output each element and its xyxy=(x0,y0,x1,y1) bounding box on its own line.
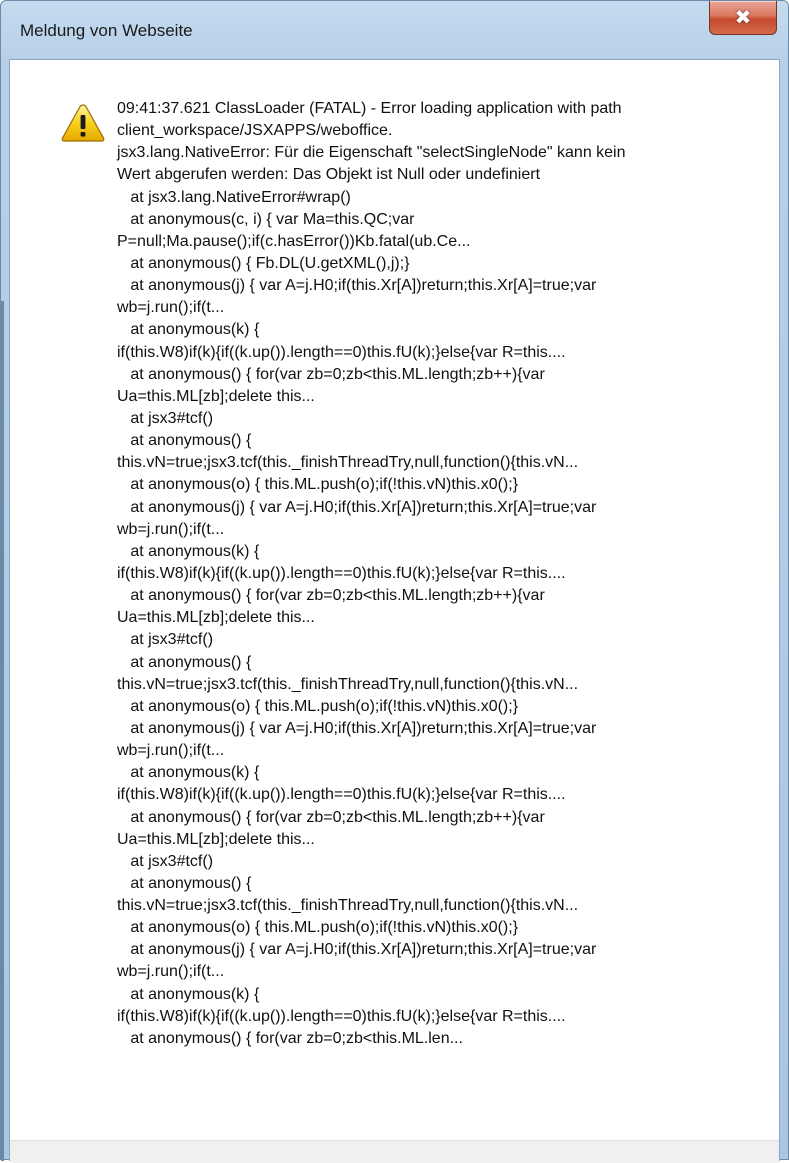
message-line: at anonymous() { xyxy=(117,432,252,450)
message-line: at jsx3.lang.NativeError#wrap() xyxy=(117,188,351,206)
warning-icon xyxy=(61,104,105,142)
close-button[interactable]: ✖ xyxy=(709,1,777,35)
frame-edge xyxy=(1,301,4,1161)
message-line: Wert abgerufen werden: Das Objekt ist Nu… xyxy=(117,166,541,184)
message-line: at anonymous() { for(var zb=0;zb<this.ML… xyxy=(117,1029,463,1047)
title-bar[interactable]: Meldung von Webseite ✖ xyxy=(1,1,788,59)
error-message: 09:41:37.621 ClassLoader (FATAL) - Error… xyxy=(117,98,757,1050)
message-line: at anonymous(j) { var A=j.H0;if(this.Xr[… xyxy=(117,277,597,295)
message-line: at anonymous(k) { xyxy=(117,542,260,560)
message-line: at jsx3#tcf() xyxy=(117,631,214,649)
message-line: jsx3.lang.NativeError: Für die Eigenscha… xyxy=(117,144,626,162)
message-line: Ua=this.ML[zb];delete this... xyxy=(117,609,315,627)
message-line: at anonymous(o) { this.ML.push(o);if(!th… xyxy=(117,919,519,937)
message-line: Ua=this.ML[zb];delete this... xyxy=(117,387,315,405)
message-line: at anonymous(o) { this.ML.push(o);if(!th… xyxy=(117,476,519,494)
message-line: P=null;Ma.pause();if(c.hasError())Kb.fat… xyxy=(117,232,471,250)
message-line: wb=j.run();if(t... xyxy=(117,520,225,538)
message-line: if(this.W8)if(k){if((k.up()).length==0)t… xyxy=(117,1007,566,1025)
message-line: at anonymous(k) { xyxy=(117,764,260,782)
message-line: this.vN=true;jsx3.tcf(this._finishThread… xyxy=(117,675,579,693)
message-line: if(this.W8)if(k){if((k.up()).length==0)t… xyxy=(117,343,566,361)
message-line: at jsx3#tcf() xyxy=(117,852,214,870)
message-line: at anonymous() { for(var zb=0;zb<this.ML… xyxy=(117,587,545,605)
message-line: at anonymous(o) { this.ML.push(o);if(!th… xyxy=(117,697,519,715)
message-line: at anonymous(k) { xyxy=(117,321,260,339)
message-line: at anonymous() { xyxy=(117,874,252,892)
message-line: at anonymous() { Fb.DL(U.getXML(),j);} xyxy=(117,254,410,272)
message-line: at anonymous() { xyxy=(117,653,252,671)
message-line: at jsx3#tcf() xyxy=(117,409,214,427)
message-line: wb=j.run();if(t... xyxy=(117,963,225,981)
message-line: at anonymous(c, i) { var Ma=this.QC;var xyxy=(117,210,415,228)
message-line: at anonymous(j) { var A=j.H0;if(this.Xr[… xyxy=(117,941,597,959)
message-line: wb=j.run();if(t... xyxy=(117,742,225,760)
message-line: at anonymous(j) { var A=j.H0;if(this.Xr[… xyxy=(117,719,597,737)
message-line: Ua=this.ML[zb];delete this... xyxy=(117,830,315,848)
message-line: if(this.W8)if(k){if((k.up()).length==0)t… xyxy=(117,786,566,804)
dialog-title: Meldung von Webseite xyxy=(20,21,193,40)
message-line: at anonymous(j) { var A=j.H0;if(this.Xr[… xyxy=(117,498,597,516)
message-line: client_workspace/JSXAPPS/weboffice. xyxy=(117,122,393,140)
message-line: at anonymous() { for(var zb=0;zb<this.ML… xyxy=(117,808,545,826)
message-line: at anonymous() { for(var zb=0;zb<this.ML… xyxy=(117,365,545,383)
close-icon: ✖ xyxy=(734,5,752,29)
message-dialog: Meldung von Webseite ✖ 09:41:37.621 Clas… xyxy=(0,0,789,1163)
message-line: wb=j.run();if(t... xyxy=(117,299,225,317)
message-line: at anonymous(k) { xyxy=(117,985,260,1003)
message-line: if(this.W8)if(k){if((k.up()).length==0)t… xyxy=(117,564,566,582)
message-line: 09:41:37.621 ClassLoader (FATAL) - Error… xyxy=(117,100,622,117)
dialog-content: 09:41:37.621 ClassLoader (FATAL) - Error… xyxy=(9,59,780,1163)
message-line: this.vN=true;jsx3.tcf(this._finishThread… xyxy=(117,454,579,472)
message-line: this.vN=true;jsx3.tcf(this._finishThread… xyxy=(117,897,579,915)
